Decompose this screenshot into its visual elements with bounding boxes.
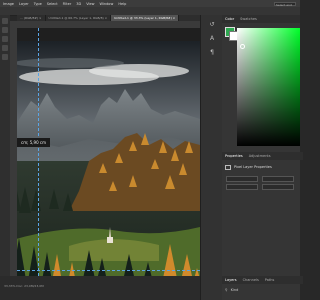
move-tool-icon[interactable] <box>2 18 8 24</box>
properties-panel <box>222 152 300 274</box>
measurement-tooltip: cm; 5,90 cm <box>17 138 50 147</box>
brush-tool-icon[interactable] <box>2 54 8 60</box>
tab-swatches[interactable]: Swatches <box>240 17 257 21</box>
menu-image[interactable]: Image <box>3 2 14 6</box>
landscape-image <box>17 41 200 276</box>
layer-filter-row: ⚲ Kind <box>225 287 295 292</box>
tab-color[interactable]: Color <box>225 17 234 21</box>
properties-panel-tabs: Properties Adjustments <box>222 152 303 160</box>
character-icon[interactable]: A <box>208 35 216 43</box>
tab-channels[interactable]: Channels <box>243 278 259 282</box>
color-picker-field[interactable] <box>237 28 300 146</box>
layers-panel-tabs: Layers Channels Paths <box>222 276 303 284</box>
guide-vertical[interactable] <box>38 28 39 276</box>
menu-help[interactable]: Help <box>118 2 126 6</box>
height-field[interactable] <box>262 176 294 182</box>
x-field[interactable] <box>226 184 258 190</box>
lasso-tool-icon[interactable] <box>2 36 8 42</box>
menu-type[interactable]: Type <box>34 2 42 6</box>
color-panel-tabs: Color Swatches <box>222 15 300 23</box>
menu-layer[interactable]: Layer <box>19 2 29 6</box>
layer-filter-kind[interactable]: Kind <box>231 288 239 292</box>
tab-properties[interactable]: Properties <box>225 154 243 158</box>
tab-adjustments[interactable]: Adjustments <box>249 154 271 158</box>
paragraph-icon[interactable]: ¶ <box>208 49 216 57</box>
menu-bar: Image Layer Type Select Filter 3D View W… <box>0 0 300 7</box>
tab-paths[interactable]: Paths <box>265 278 275 282</box>
menu-window[interactable]: Window <box>100 2 114 6</box>
menu-3d[interactable]: 3D <box>76 2 81 6</box>
width-field[interactable] <box>226 176 258 182</box>
search-icon: ⚲ <box>225 287 228 292</box>
menu-view[interactable]: View <box>86 2 94 6</box>
search-field[interactable]: Select and <box>274 1 296 7</box>
canvas[interactable]: cm; 5,90 cm <box>17 28 200 276</box>
guide-horizontal[interactable] <box>17 270 200 271</box>
pixel-layer-icon <box>225 164 231 170</box>
panel-dock: ↺ A ¶ <box>200 15 223 300</box>
color-picker-cursor[interactable] <box>240 44 245 49</box>
marquee-tool-icon[interactable] <box>2 27 8 33</box>
ruler-vertical[interactable] <box>10 21 17 276</box>
history-icon[interactable]: ↺ <box>208 21 216 29</box>
crop-tool-icon[interactable] <box>2 45 8 51</box>
menu-select[interactable]: Select <box>47 2 58 6</box>
tools-panel <box>0 15 10 300</box>
tab-layers[interactable]: Layers <box>225 278 237 282</box>
menu-filter[interactable]: Filter <box>63 2 72 6</box>
status-bar: 33,33% Doc: 23,0M/23,0M <box>0 276 200 300</box>
ruler-horizontal[interactable] <box>17 21 200 28</box>
status-text: 33,33% Doc: 23,0M/23,0M <box>4 284 44 288</box>
y-field[interactable] <box>262 184 294 190</box>
properties-section-title: Pixel Layer Properties <box>234 165 272 169</box>
pixel-layer-row: Pixel Layer Properties <box>225 164 297 170</box>
